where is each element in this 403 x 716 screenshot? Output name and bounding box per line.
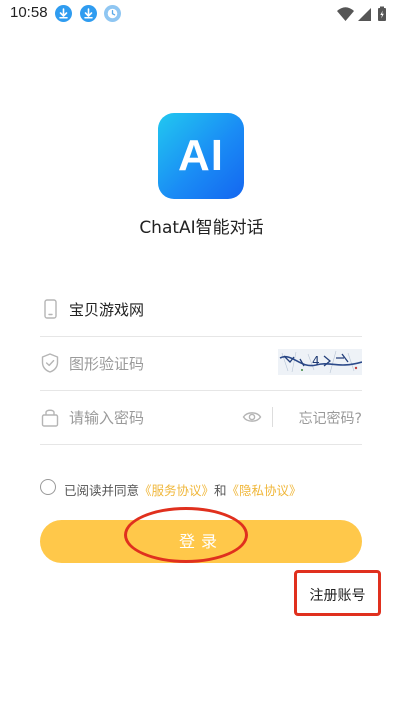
captcha-field[interactable]: 图形验证码 4 [40, 337, 363, 391]
download-icon [55, 5, 72, 22]
service-agreement-link[interactable]: 《服务协议》 [139, 483, 214, 498]
app-logo: AI [158, 113, 244, 199]
shield-check-icon [40, 352, 60, 374]
battery-charging-icon [378, 6, 386, 21]
login-button[interactable]: 登录 [40, 520, 362, 563]
lock-icon [40, 406, 60, 428]
username-field[interactable]: 宝贝游戏网 [40, 283, 362, 337]
download-icon [80, 5, 97, 22]
register-annotation-box: 注册账号 [294, 570, 381, 616]
signal-icon [358, 8, 371, 21]
status-icons [337, 5, 393, 23]
eye-icon[interactable] [242, 408, 262, 426]
captcha-placeholder[interactable]: 图形验证码 [69, 353, 144, 374]
app-logo-text: AI [178, 131, 224, 180]
password-placeholder[interactable]: 请输入密码 [69, 407, 144, 428]
agreement-conjunction: 和 [214, 483, 227, 498]
app-name: ChatAI智能对话 [139, 218, 264, 238]
agreement-text: 已阅读并同意《服务协议》和《隐私协议》 [64, 480, 302, 499]
divider [272, 407, 273, 427]
register-link[interactable]: 注册账号 [297, 585, 378, 605]
captcha-text: 4 [312, 354, 320, 368]
status-bar: 10:58 [0, 0, 403, 28]
privacy-agreement-link[interactable]: 《隐私协议》 [227, 483, 302, 498]
captcha-image[interactable]: 4 [278, 349, 363, 375]
agreement-checkbox[interactable] [40, 479, 56, 495]
agreement-prefix: 已阅读并同意 [64, 483, 140, 498]
phone-icon [40, 298, 60, 320]
forgot-password-link[interactable]: 忘记密码? [299, 408, 362, 428]
clock-icon [104, 5, 121, 22]
username-value[interactable]: 宝贝游戏网 [69, 299, 144, 320]
status-time: 10:58 [10, 4, 48, 21]
wifi-icon [337, 7, 354, 21]
password-field[interactable]: 请输入密码 忘记密码? [40, 391, 362, 445]
